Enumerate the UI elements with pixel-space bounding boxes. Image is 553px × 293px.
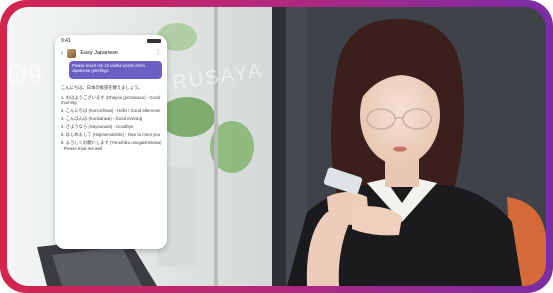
- photo: O9 ARUSAYA 9:41 ‹ Easy Japanese ⋮ Please…: [7, 7, 546, 286]
- assistant-reply: こんにちは、日本の挨拶を教えましょう。 1. おはようございます (Ohayou…: [61, 85, 162, 154]
- background-sign: O9: [7, 59, 42, 89]
- reply-item: 6. よろしくお願いします (Yoroshiku onegaishimasu) …: [61, 140, 162, 151]
- reply-item: 4. さようなら (Sayounara) - Goodbye: [61, 124, 134, 130]
- user-message-bubble: Please teach me 10 useful words when Jap…: [69, 61, 162, 79]
- chat-screenshot: 9:41 ‹ Easy Japanese ⋮ Please teach me 1…: [55, 35, 167, 249]
- plant-foliage: [159, 97, 215, 137]
- chevron-left-icon[interactable]: ‹: [61, 50, 63, 57]
- status-bar: 9:41: [61, 38, 161, 46]
- avatar: [67, 48, 77, 58]
- reply-item: 3. こんばんは (Konbanwa) - Good evening: [61, 116, 143, 122]
- window-mullion: [214, 7, 218, 286]
- image-frame: O9 ARUSAYA 9:41 ‹ Easy Japanese ⋮ Please…: [0, 0, 553, 293]
- reply-item: 1. おはようございます (Ohayou gozaimasu) - Good m…: [61, 94, 160, 106]
- reply-intro: こんにちは、日本の挨拶を教えましょう。: [61, 85, 143, 90]
- reply-item: 2. こんにちは (Konnichiwa) - Hello / Good aft…: [61, 108, 161, 114]
- status-time: 9:41: [61, 38, 71, 44]
- reply-item: 5. はじめまして (Hajimemashite) - Nice to meet…: [61, 132, 160, 138]
- battery-icon: [147, 39, 161, 43]
- more-icon[interactable]: ⋮: [155, 50, 161, 56]
- window-pillar: [272, 7, 286, 286]
- chat-header: ‹ Easy Japanese ⋮: [61, 47, 161, 59]
- chat-title: Easy Japanese: [80, 50, 118, 56]
- lips: [393, 146, 407, 152]
